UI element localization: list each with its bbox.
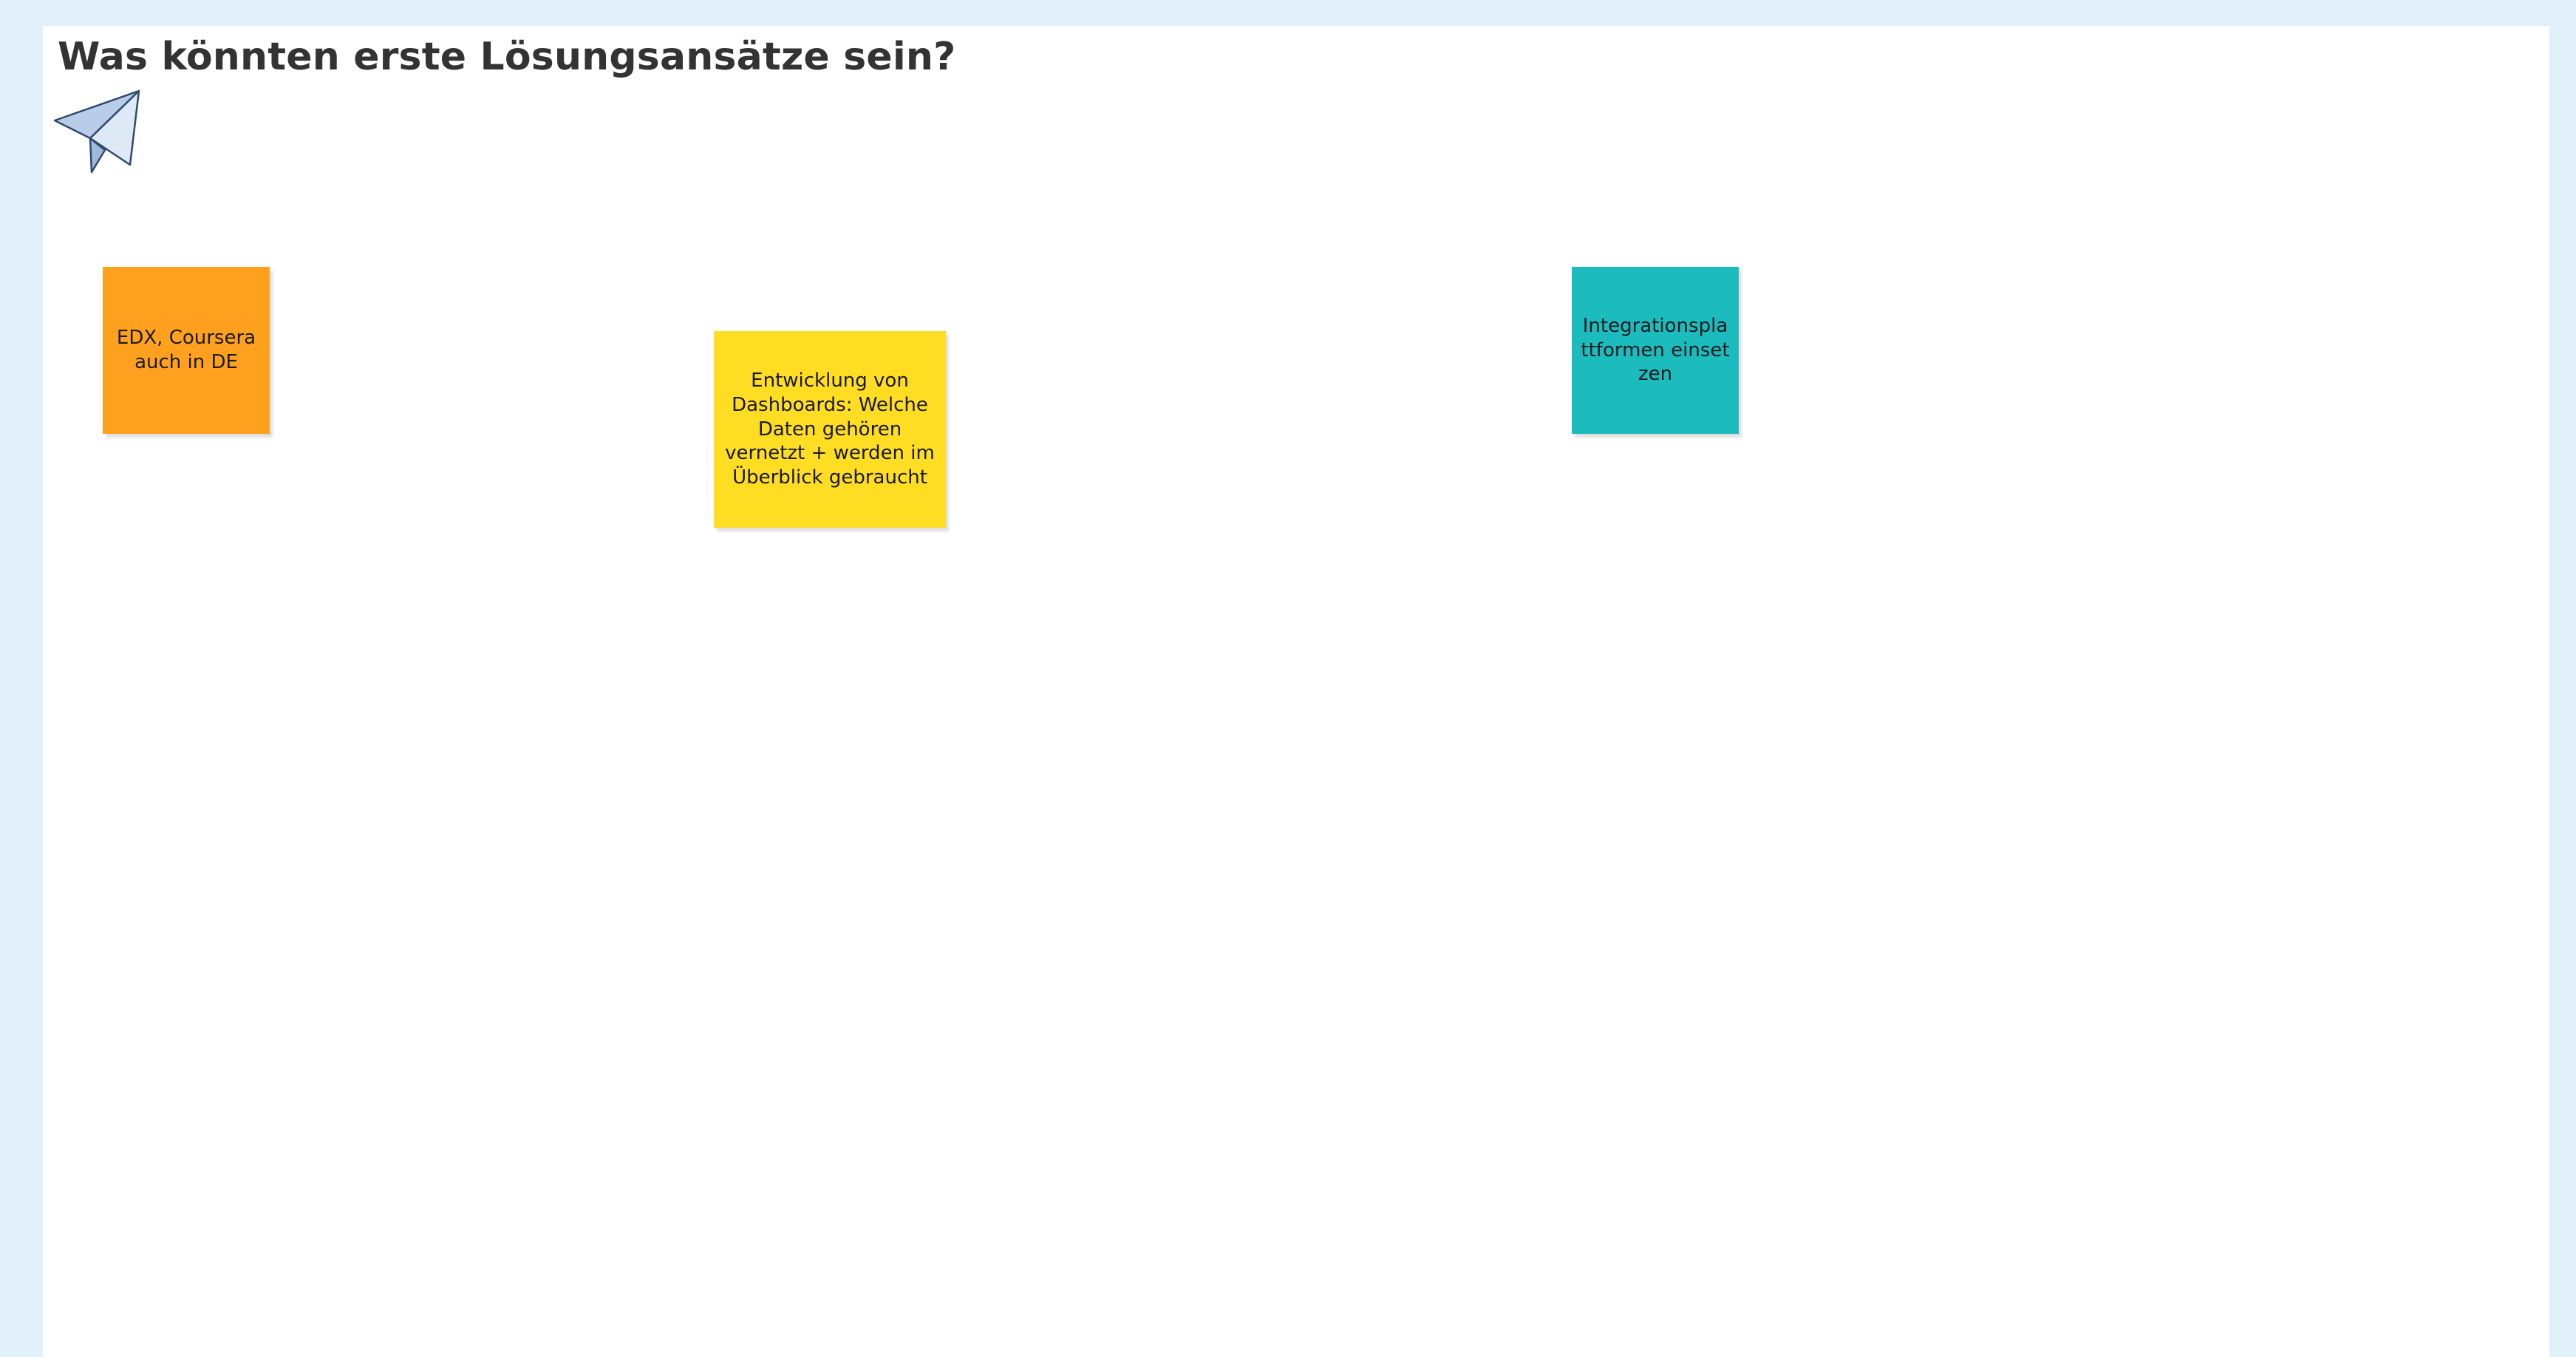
board-frame[interactable]: Was könnten erste Lösungsansätze sein? E…	[43, 26, 2549, 1357]
sticky-note-edx[interactable]: EDX, Coursera auch in DE	[103, 267, 270, 434]
paper-plane-icon	[53, 89, 140, 174]
sticky-note-dashboards[interactable]: Entwicklung von Dashboards: Welche Daten…	[714, 331, 946, 528]
sticky-note-text: Entwicklung von Dashboards: Welche Daten…	[725, 370, 935, 489]
frame-title[interactable]: Was könnten erste Lösungsansätze sein?	[58, 35, 955, 79]
sticky-note-integration[interactable]: Integrationsplattformen einsetzen	[1572, 267, 1739, 434]
sticky-note-text: EDX, Coursera auch in DE	[116, 327, 256, 373]
sticky-note-text: Integrationsplattformen einsetzen	[1581, 314, 1730, 386]
